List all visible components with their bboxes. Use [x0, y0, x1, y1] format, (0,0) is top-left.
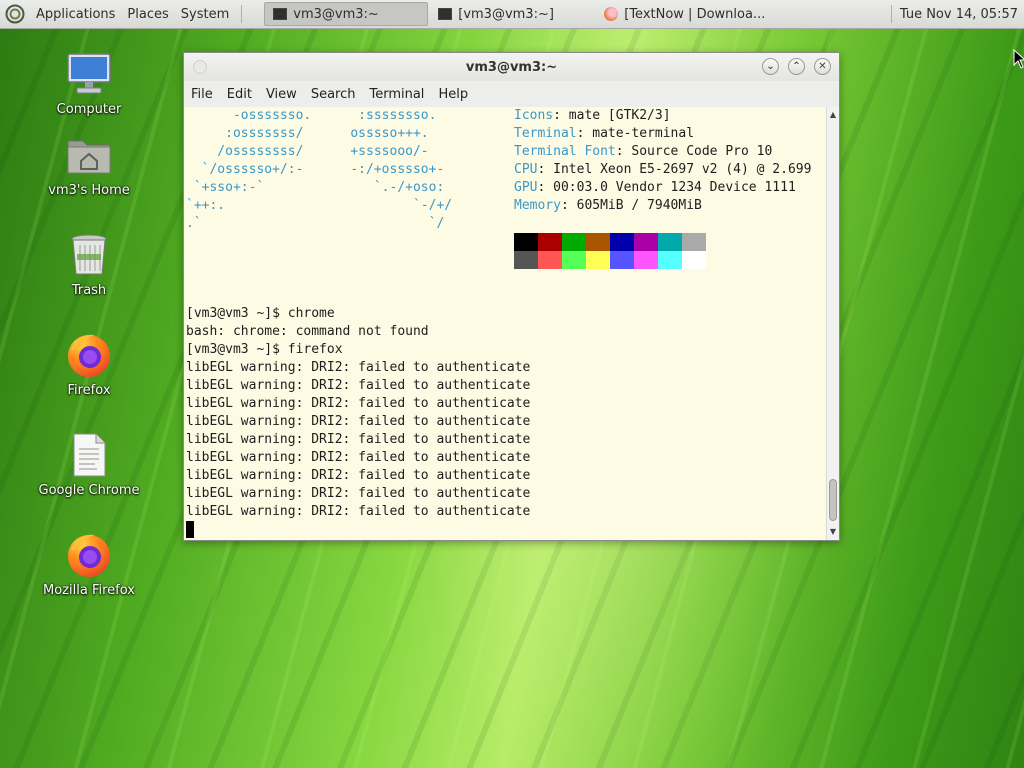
menu-view[interactable]: View: [259, 87, 304, 102]
terminal-line: libEGL warning: DRI2: failed to authenti…: [186, 432, 531, 447]
terminal-line: libEGL warning: DRI2: failed to authenti…: [186, 414, 531, 429]
window-title: vm3@vm3:~: [465, 59, 558, 75]
terminal-line: libEGL warning: DRI2: failed to authenti…: [186, 468, 531, 483]
text-cursor: [186, 521, 194, 538]
color-swatch: [610, 251, 634, 269]
desktop-icon-mozilla-firefox[interactable]: Mozilla Firefox: [34, 531, 144, 598]
menu-file[interactable]: File: [184, 87, 220, 102]
terminal-line: libEGL warning: DRI2: failed to authenti…: [186, 360, 531, 375]
firefox-icon: [65, 331, 113, 379]
close-button[interactable]: ✕: [814, 58, 831, 75]
top-panel: Applications Places System vm3@vm3:~ [vm…: [0, 0, 1024, 29]
menu-help[interactable]: Help: [431, 87, 475, 102]
terminal-window: vm3@vm3:~ ⌄ ⌃ ✕ File Edit View Search Te…: [183, 52, 840, 541]
terminal-line: bash: chrome: command not found: [186, 324, 429, 339]
terminal-output[interactable]: -osssssso. :ssssssso. :osssssss/ osssso+…: [184, 107, 827, 540]
desktop-icon-label: vm3's Home: [48, 183, 130, 198]
scroll-down-arrow-icon[interactable]: ▼: [827, 526, 839, 538]
taskbar-label: vm3@vm3:~: [293, 6, 379, 22]
taskbar-button-terminal-1[interactable]: vm3@vm3:~: [264, 2, 429, 26]
ascii-art-line: /ossssssss/ +ssssooo/-: [186, 144, 429, 159]
color-swatch: [634, 233, 658, 251]
terminal-line: [vm3@vm3 ~]$ firefox: [186, 342, 343, 357]
taskbar-button-firefox[interactable]: [TextNow | Downloa...: [596, 2, 766, 26]
panel-separator: [241, 5, 243, 23]
window-menu-icon[interactable]: [193, 60, 207, 74]
applications-menu[interactable]: Applications: [30, 7, 121, 22]
ascii-art-line: `++:. `-/+/: [186, 198, 453, 213]
desktop-icon-home[interactable]: vm3's Home: [34, 131, 144, 198]
info-line-terminal-font: Terminal Font: Source Code Pro 10: [514, 144, 773, 159]
menu-edit[interactable]: Edit: [220, 87, 259, 102]
desktop-icon-label: Computer: [56, 102, 122, 117]
desktop-icon-computer[interactable]: Computer: [34, 50, 144, 117]
terminal-line: libEGL warning: DRI2: failed to authenti…: [186, 378, 531, 393]
color-swatch: [562, 251, 586, 269]
maximize-button[interactable]: ⌃: [788, 58, 805, 75]
vertical-scrollbar[interactable]: ▲ ▼: [826, 107, 839, 540]
firefox-icon: [65, 531, 113, 579]
terminal-icon: [273, 8, 288, 20]
terminal-line: libEGL warning: DRI2: failed to authenti…: [186, 486, 531, 501]
clock[interactable]: Tue Nov 14, 05:57: [890, 0, 1018, 28]
color-swatch: [514, 233, 538, 251]
firefox-icon: [604, 7, 619, 21]
scroll-thumb[interactable]: [829, 479, 837, 521]
desktop-icon-firefox[interactable]: Firefox: [34, 331, 144, 398]
color-swatch: [682, 251, 706, 269]
color-swatch: [538, 233, 562, 251]
desktop-icon-trash[interactable]: Trash: [34, 231, 144, 298]
taskbar-label: [vm3@vm3:~]: [458, 6, 554, 22]
menu-search[interactable]: Search: [304, 87, 363, 102]
color-swatch: [682, 233, 706, 251]
color-swatch: [634, 251, 658, 269]
desktop-icon-label: Trash: [71, 283, 107, 298]
taskbar-label: [TextNow | Downloa...: [624, 6, 766, 22]
system-menu[interactable]: System: [175, 7, 235, 22]
mouse-pointer-icon: [1013, 48, 1024, 73]
color-swatch: [586, 251, 610, 269]
terminal-icon: [438, 8, 453, 20]
desktop-icon-label: Firefox: [67, 383, 111, 398]
color-swatch: [658, 233, 682, 251]
color-swatch: [514, 251, 538, 269]
info-line-gpu: GPU: 00:03.0 Vendor 1234 Device 1111: [514, 180, 796, 195]
panel-separator: [890, 5, 892, 23]
color-swatch: [586, 233, 610, 251]
taskbar-button-terminal-2[interactable]: [vm3@vm3:~]: [430, 2, 594, 26]
scroll-up-arrow-icon[interactable]: ▲: [827, 109, 839, 121]
ascii-art-line: `/ossssso+/:- -:/+osssso+-: [186, 162, 445, 177]
terminal-line: libEGL warning: DRI2: failed to authenti…: [186, 504, 531, 519]
color-swatch: [538, 251, 562, 269]
desktop-icon-label: Google Chrome: [38, 483, 140, 498]
ascii-art-line: .` `/: [186, 216, 445, 231]
ascii-art-line: :osssssss/ osssso+++.: [186, 126, 429, 141]
minimize-button[interactable]: ⌄: [762, 58, 779, 75]
trash-icon: [65, 231, 113, 279]
mate-logo-icon[interactable]: [4, 3, 26, 25]
terminal-line: libEGL warning: DRI2: failed to authenti…: [186, 450, 531, 465]
desktop-icon-google-chrome[interactable]: Google Chrome: [34, 431, 144, 498]
window-menubar: File Edit View Search Terminal Help: [184, 81, 839, 107]
terminal-line: [vm3@vm3 ~]$ chrome: [186, 306, 335, 321]
ascii-art-line: `+sso+:-` `.-/+oso:: [186, 180, 445, 195]
desktop-icon-label: Mozilla Firefox: [43, 583, 135, 598]
home-folder-icon: [65, 131, 113, 179]
info-line-cpu: CPU: Intel Xeon E5-2697 v2 (4) @ 2.699: [514, 162, 812, 177]
info-line-icons: Icons: mate [GTK2/3]: [514, 108, 671, 123]
clock-label: Tue Nov 14, 05:57: [899, 6, 1018, 22]
info-line-memory: Memory: 605MiB / 7940MiB: [514, 198, 702, 213]
places-menu[interactable]: Places: [121, 7, 174, 22]
window-titlebar[interactable]: vm3@vm3:~ ⌄ ⌃ ✕: [184, 53, 839, 81]
ascii-art-line: -osssssso. :ssssssso.: [186, 108, 437, 123]
color-swatch: [610, 233, 634, 251]
color-swatch: [658, 251, 682, 269]
info-line-terminal: Terminal: mate-terminal: [514, 126, 695, 141]
menu-terminal[interactable]: Terminal: [362, 87, 431, 102]
computer-icon: [65, 50, 113, 98]
terminal-line: libEGL warning: DRI2: failed to authenti…: [186, 396, 531, 411]
color-swatch: [562, 233, 586, 251]
document-icon: [65, 431, 113, 479]
